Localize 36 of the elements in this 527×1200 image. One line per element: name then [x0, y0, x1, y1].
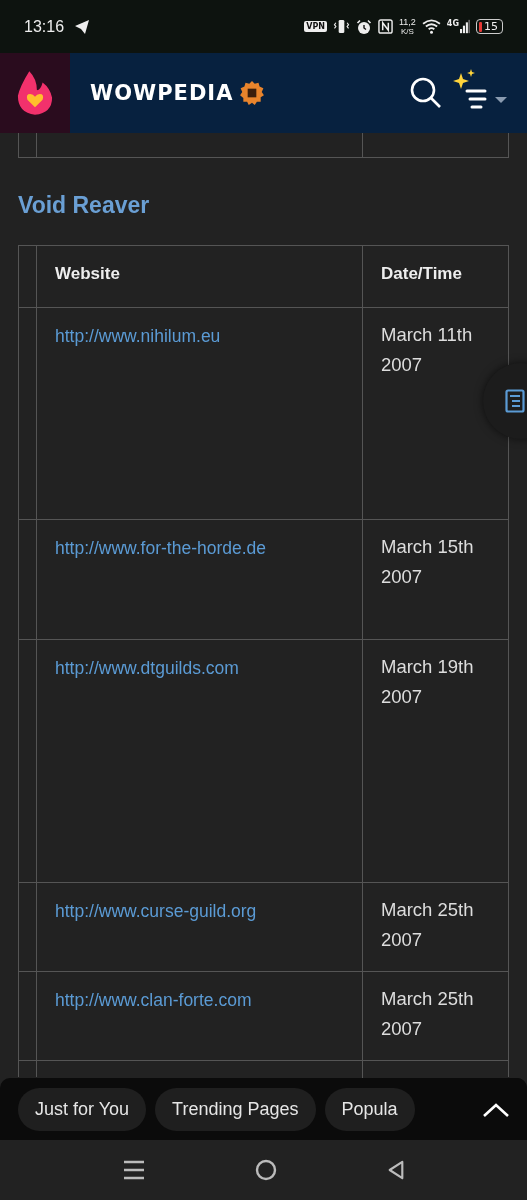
back-icon[interactable]: [386, 1159, 405, 1181]
vpn-badge: VPN: [304, 21, 327, 32]
date-cell-text: March 19th 2007: [381, 655, 475, 709]
date-cell-text: March 25th 2007: [381, 987, 475, 1041]
document-icon: [505, 389, 525, 413]
battery-indicator: 15: [476, 19, 503, 34]
badge-icon: [239, 80, 266, 106]
site-name[interactable]: WOWPEDIA: [90, 81, 234, 105]
nfc-icon: [378, 19, 393, 34]
date-cell-text: March 15th 2007: [381, 535, 475, 589]
column-header: Date/Time: [380, 263, 463, 285]
signal-icon: [460, 19, 470, 34]
send-icon: [74, 18, 91, 35]
website-link[interactable]: http://www.curse-guild.org: [55, 901, 257, 921]
network-type: 4G: [446, 19, 459, 28]
home-icon[interactable]: [254, 1159, 277, 1181]
website-link[interactable]: http://www.clan-forte.com: [55, 990, 252, 1010]
vibrate-icon: [333, 19, 350, 34]
wifi-icon: [421, 19, 441, 34]
column-header: Website: [37, 246, 363, 307]
alarm-icon: [356, 18, 372, 35]
category-chip[interactable]: Trending Pages: [155, 1087, 316, 1131]
status-time: 13:16: [24, 17, 65, 36]
flame-heart-logo: [16, 69, 54, 117]
website-link[interactable]: http://www.dtguilds.com: [55, 658, 239, 678]
network-speed: 11,2 K/S: [399, 17, 416, 36]
section-heading: Void Reaver: [18, 192, 151, 219]
category-chip[interactable]: Popula: [324, 1087, 415, 1131]
search-icon[interactable]: [409, 76, 443, 110]
date-cell-text: March 25th 2007: [381, 898, 475, 952]
website-link[interactable]: http://www.nihilum.eu: [55, 326, 221, 346]
category-chip[interactable]: Just for You: [18, 1087, 147, 1131]
date-cell-text: March 11th 2007: [381, 323, 474, 377]
chevron-up-icon[interactable]: [482, 1102, 510, 1118]
recents-icon[interactable]: [122, 1160, 145, 1180]
website-link[interactable]: http://www.for-the-horde.de: [55, 538, 267, 558]
